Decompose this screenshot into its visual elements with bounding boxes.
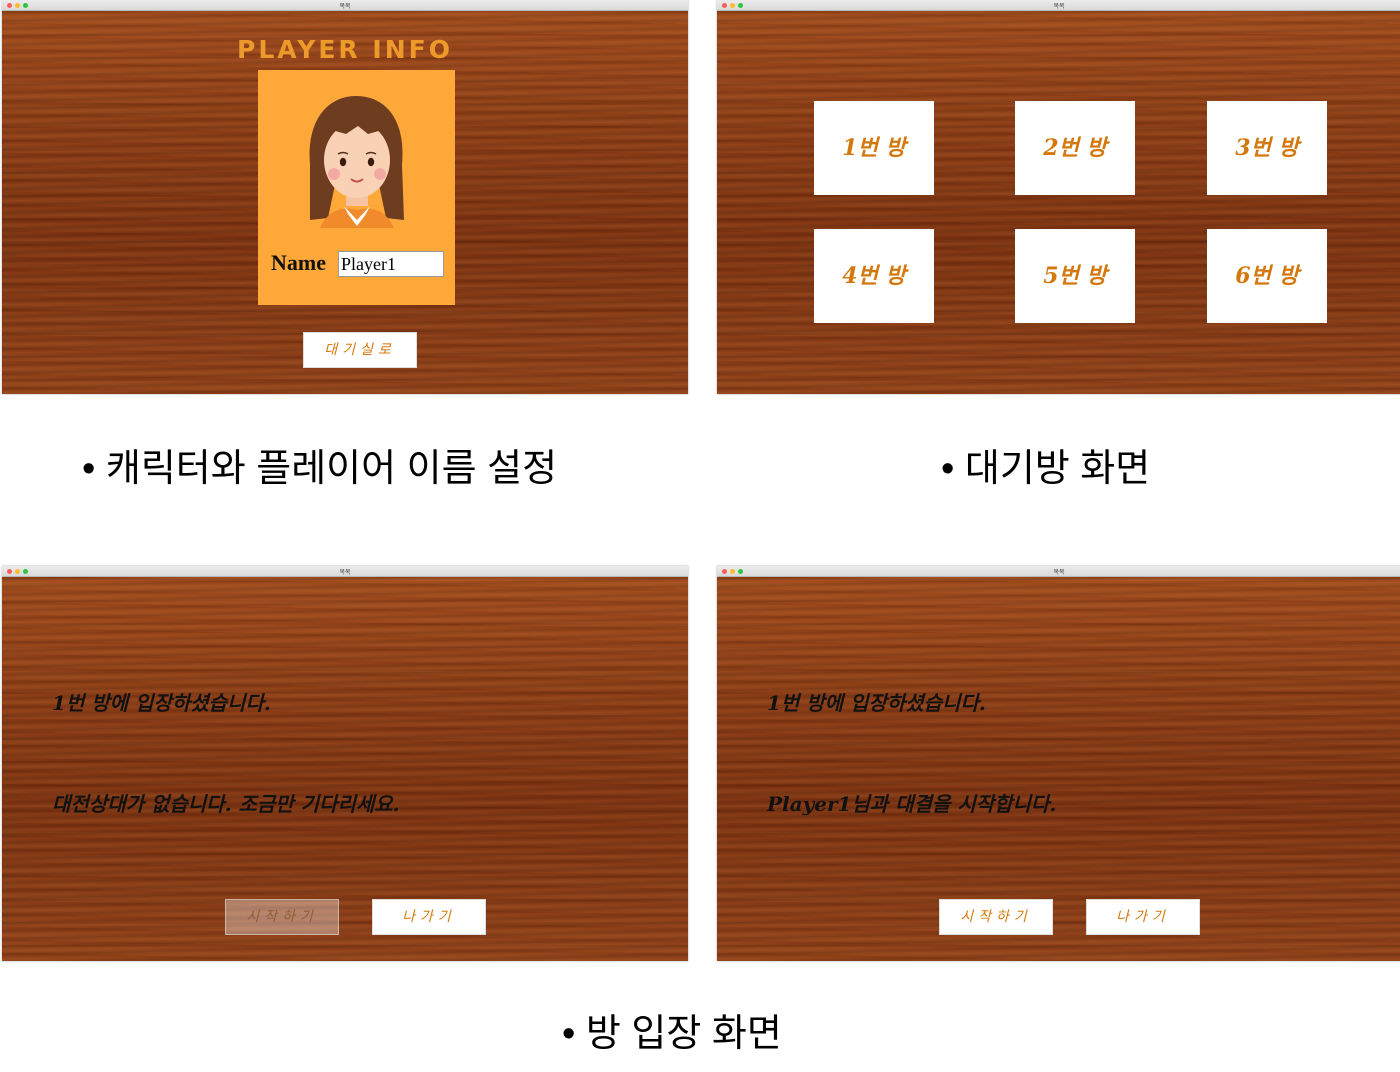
exit-button[interactable]: 나가기 xyxy=(372,899,486,935)
wood-background: 1번 방에 입장하셨습니다. Player1님과 대결을 시작합니다. 시작하기… xyxy=(717,577,1400,961)
lobby-window: 목목 1번 방 2번 방 3번 방 4번 방 5번 방 6번 방 xyxy=(717,0,1400,394)
waiting-room-button[interactable]: 대기실로 xyxy=(303,332,417,368)
wood-background: 1번 방 2번 방 3번 방 4번 방 5번 방 6번 방 xyxy=(717,11,1400,394)
room-4-button[interactable]: 4번 방 xyxy=(814,229,934,323)
room-entered-message: 1번 방에 입장하셨습니다. xyxy=(767,691,986,715)
room-5-button[interactable]: 5번 방 xyxy=(1015,229,1135,323)
wood-background: PLAYER INFO Name Player1 대기실로 xyxy=(2,11,688,394)
start-button[interactable]: 시작하기 xyxy=(225,899,339,935)
room-entered-message: 1번 방에 입장하셨습니다. xyxy=(52,691,271,715)
match-start-message: Player1님과 대결을 시작합니다. xyxy=(767,792,1057,816)
title-bar: 목목 xyxy=(717,566,1400,577)
caption-character-setup: • 캐릭터와 플레이어 이름 설정 xyxy=(82,448,558,490)
player-info-window: 목목 PLAYER INFO Name Player1 대기실로 xyxy=(2,0,688,394)
window-title: 목목 xyxy=(339,569,351,576)
wood-background: 1번 방에 입장하셨습니다. 대전상대가 없습니다. 조금만 기다리세요. 시작… xyxy=(2,577,688,961)
room-waiting-window: 목목 1번 방에 입장하셨습니다. 대전상대가 없습니다. 조금만 기다리세요.… xyxy=(2,566,688,961)
player-info-heading: PLAYER INFO xyxy=(237,35,453,64)
caption-lobby: • 대기방 화면 xyxy=(941,448,1151,490)
room-ready-window: 목목 1번 방에 입장하셨습니다. Player1님과 대결을 시작합니다. 시… xyxy=(717,566,1400,961)
title-bar: 목목 xyxy=(2,566,688,577)
window-title: 목목 xyxy=(339,3,351,10)
room-3-button[interactable]: 3번 방 xyxy=(1207,101,1327,195)
window-title: 목목 xyxy=(1053,3,1065,10)
caption-room-entry: • 방 입장 화면 xyxy=(562,1013,782,1055)
title-bar: 목목 xyxy=(2,0,688,11)
room-2-button[interactable]: 2번 방 xyxy=(1015,101,1135,195)
start-button[interactable]: 시작하기 xyxy=(939,899,1053,935)
name-label: Name xyxy=(271,250,326,275)
name-input[interactable] xyxy=(338,251,444,277)
room-6-button[interactable]: 6번 방 xyxy=(1207,229,1327,323)
window-title: 목목 xyxy=(1053,569,1065,576)
room-1-button[interactable]: 1번 방 xyxy=(814,101,934,195)
character-avatar[interactable] xyxy=(258,70,455,240)
character-card: Name xyxy=(258,70,455,305)
title-bar: 목목 xyxy=(717,0,1400,11)
opponent-status-message: 대전상대가 없습니다. 조금만 기다리세요. xyxy=(52,792,400,816)
exit-button[interactable]: 나가기 xyxy=(1086,899,1200,935)
